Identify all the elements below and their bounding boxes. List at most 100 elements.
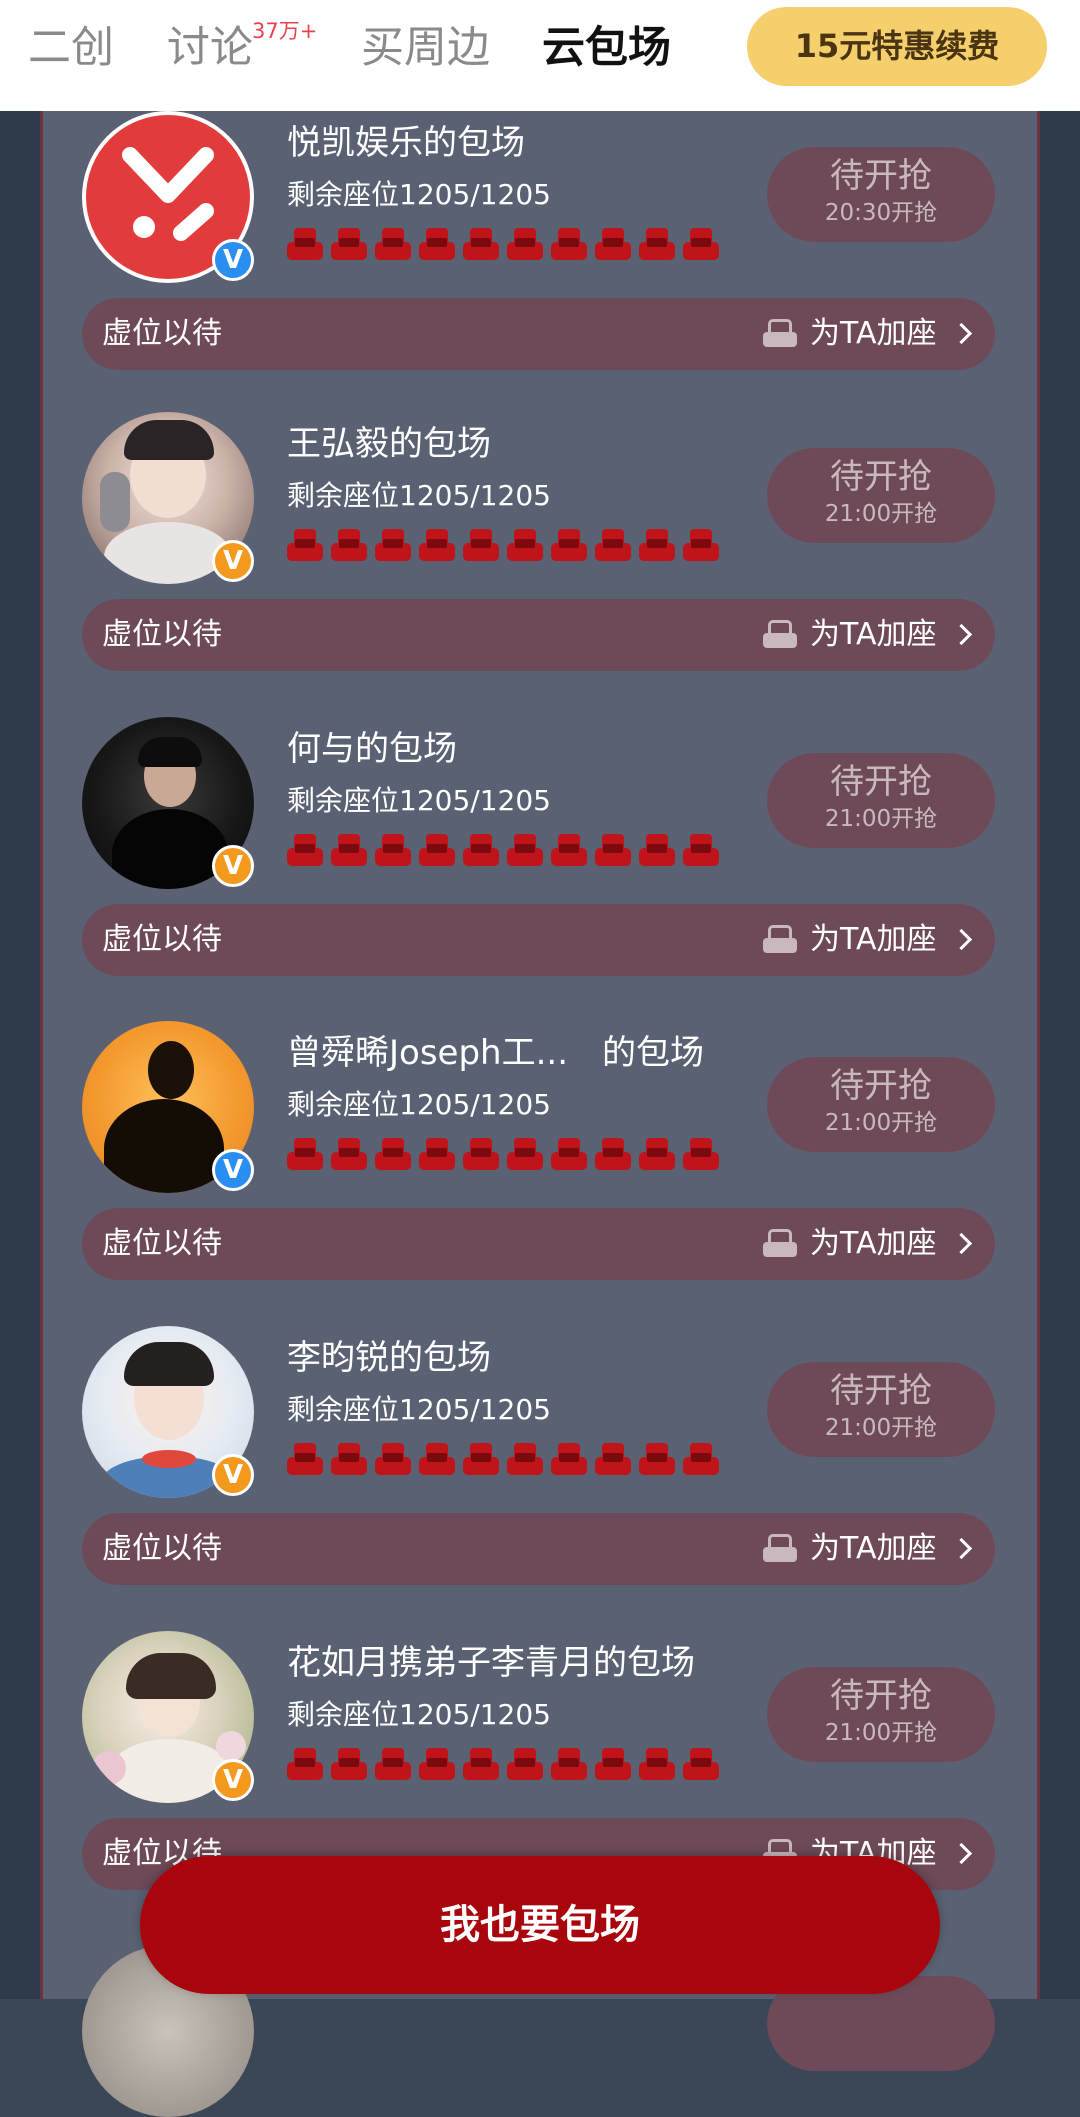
remaining-seats: 剩余座位1205/1205 bbox=[287, 1393, 551, 1426]
booking-card[interactable]: V 花如月携弟子李青月的包场 剩余座位1205/1205 待开抢 21:00开抢… bbox=[82, 1631, 997, 1891]
grab-button[interactable]: 待开抢 21:00开抢 bbox=[767, 1667, 995, 1762]
verified-badge-icon: V bbox=[212, 845, 254, 887]
book-venue-button[interactable]: 我也要包场 bbox=[140, 1856, 940, 1994]
seat-icon-row bbox=[287, 1443, 727, 1476]
add-seat-link[interactable]: 为TA加座 bbox=[810, 921, 937, 959]
avatar[interactable]: V bbox=[82, 1631, 254, 1803]
grab-status: 待开抢 bbox=[830, 1676, 932, 1716]
tab-erchuang[interactable]: 二创 bbox=[28, 22, 114, 74]
seat-icon bbox=[419, 228, 455, 260]
seat-icon bbox=[595, 1443, 631, 1475]
seat-icon bbox=[463, 834, 499, 866]
seat-icon bbox=[683, 529, 719, 561]
verified-badge-icon: V bbox=[212, 239, 254, 281]
booking-card[interactable]: V 曾舜晞Joseph工... 的包场 剩余座位1205/1205 待开抢 21… bbox=[82, 1021, 997, 1281]
tab-cloud-booking[interactable]: 云包场 bbox=[542, 22, 671, 74]
grab-button[interactable]: 待开抢 21:00开抢 bbox=[767, 1057, 995, 1152]
seat-icon bbox=[331, 1443, 367, 1475]
seat-icon bbox=[331, 228, 367, 260]
card-footer: 虚位以待 为TA加座 bbox=[82, 599, 995, 671]
grab-status: 待开抢 bbox=[830, 1371, 932, 1411]
booking-card[interactable]: V 何与的包场 剩余座位1205/1205 待开抢 21:00开抢 虚位以待 为… bbox=[82, 717, 997, 977]
avatar[interactable]: V bbox=[82, 111, 254, 283]
tab-merch[interactable]: 买周边 bbox=[361, 22, 490, 74]
renew-button[interactable]: 15元特惠续费 bbox=[747, 7, 1047, 86]
grab-button[interactable]: 待开抢 21:00开抢 bbox=[767, 753, 995, 848]
card-footer: 虚位以待 为TA加座 bbox=[82, 298, 995, 370]
seat-icon bbox=[287, 1138, 323, 1170]
avatar[interactable]: V bbox=[82, 717, 254, 889]
booking-card[interactable]: V 悦凯娱乐的包场 剩余座位1205/1205 待开抢 20:30开抢 虚位以待… bbox=[82, 111, 997, 371]
booking-title: 何与的包场 bbox=[287, 729, 457, 769]
seat-icon bbox=[375, 1138, 411, 1170]
chevron-right-icon bbox=[950, 928, 973, 951]
seat-icon bbox=[375, 1443, 411, 1475]
seat-icon bbox=[551, 529, 587, 561]
top-nav: 二创 讨论 37万+ 买周边 云包场 15元特惠续费 bbox=[0, 0, 1080, 111]
seat-icon bbox=[639, 529, 675, 561]
grab-time: 21:00开抢 bbox=[824, 1720, 938, 1746]
seat-icon bbox=[551, 1138, 587, 1170]
remaining-seats: 剩余座位1205/1205 bbox=[287, 1698, 551, 1731]
booking-title: 李昀锐的包场 bbox=[287, 1338, 491, 1378]
grab-status: 待开抢 bbox=[830, 156, 932, 196]
grab-time: 21:00开抢 bbox=[824, 1415, 938, 1441]
seat-icon bbox=[639, 1443, 675, 1475]
seat-icon bbox=[507, 1748, 543, 1780]
seat-icon bbox=[463, 529, 499, 561]
seat-icon bbox=[331, 834, 367, 866]
seat-icon bbox=[507, 1443, 543, 1475]
seat-icon bbox=[551, 834, 587, 866]
seat-icon bbox=[287, 529, 323, 561]
seat-icon bbox=[463, 228, 499, 260]
grab-status: 待开抢 bbox=[830, 762, 932, 802]
seat-icon bbox=[287, 228, 323, 260]
chevron-right-icon bbox=[950, 322, 973, 345]
add-seat-link[interactable]: 为TA加座 bbox=[810, 315, 937, 353]
seat-icon bbox=[287, 834, 323, 866]
chevron-right-icon bbox=[950, 1537, 973, 1560]
seat-icon bbox=[331, 529, 367, 561]
seat-icon bbox=[375, 228, 411, 260]
booking-card[interactable]: V 王弘毅的包场 剩余座位1205/1205 待开抢 21:00开抢 虚位以待 … bbox=[82, 412, 997, 672]
sofa-icon bbox=[763, 319, 797, 349]
add-seat-link[interactable]: 为TA加座 bbox=[810, 1530, 937, 1568]
seat-icon bbox=[419, 1138, 455, 1170]
grab-button[interactable]: 待开抢 21:00开抢 bbox=[767, 448, 995, 543]
add-seat-link[interactable]: 为TA加座 bbox=[810, 616, 937, 654]
grab-status: 待开抢 bbox=[830, 457, 932, 497]
seat-icon bbox=[683, 1138, 719, 1170]
seat-icon bbox=[507, 529, 543, 561]
seat-icon bbox=[463, 1443, 499, 1475]
seat-icon bbox=[639, 834, 675, 866]
avatar[interactable]: V bbox=[82, 412, 254, 584]
seat-icon bbox=[551, 228, 587, 260]
seat-icon bbox=[639, 1138, 675, 1170]
grab-button[interactable]: 待开抢 21:00开抢 bbox=[767, 1362, 995, 1457]
avatar[interactable]: V bbox=[82, 1021, 254, 1193]
seat-icon bbox=[331, 1748, 367, 1780]
verified-badge-icon: V bbox=[212, 540, 254, 582]
booking-card[interactable]: V 李昀锐的包场 剩余座位1205/1205 待开抢 21:00开抢 虚位以待 … bbox=[82, 1326, 997, 1586]
remaining-seats: 剩余座位1205/1205 bbox=[287, 784, 551, 817]
tab-discussion[interactable]: 讨论 bbox=[167, 22, 253, 74]
seat-icon bbox=[463, 1748, 499, 1780]
vacancy-label: 虚位以待 bbox=[102, 316, 222, 351]
seat-icon bbox=[639, 228, 675, 260]
seat-icon bbox=[683, 1748, 719, 1780]
chevron-right-icon bbox=[950, 623, 973, 646]
seat-icon bbox=[639, 1748, 675, 1780]
verified-badge-icon: V bbox=[212, 1759, 254, 1801]
seat-icon bbox=[507, 834, 543, 866]
grab-button[interactable]: 待开抢 20:30开抢 bbox=[767, 147, 995, 242]
avatar[interactable]: V bbox=[82, 1326, 254, 1498]
seat-icon bbox=[331, 1138, 367, 1170]
seat-icon bbox=[375, 834, 411, 866]
add-seat-link[interactable]: 为TA加座 bbox=[810, 1225, 937, 1263]
grab-time: 21:00开抢 bbox=[824, 1110, 938, 1136]
left-backdrop bbox=[0, 111, 40, 1999]
verified-badge-icon: V bbox=[212, 1149, 254, 1191]
seat-icon bbox=[507, 228, 543, 260]
vacancy-label: 虚位以待 bbox=[102, 1226, 222, 1261]
seat-icon bbox=[419, 529, 455, 561]
